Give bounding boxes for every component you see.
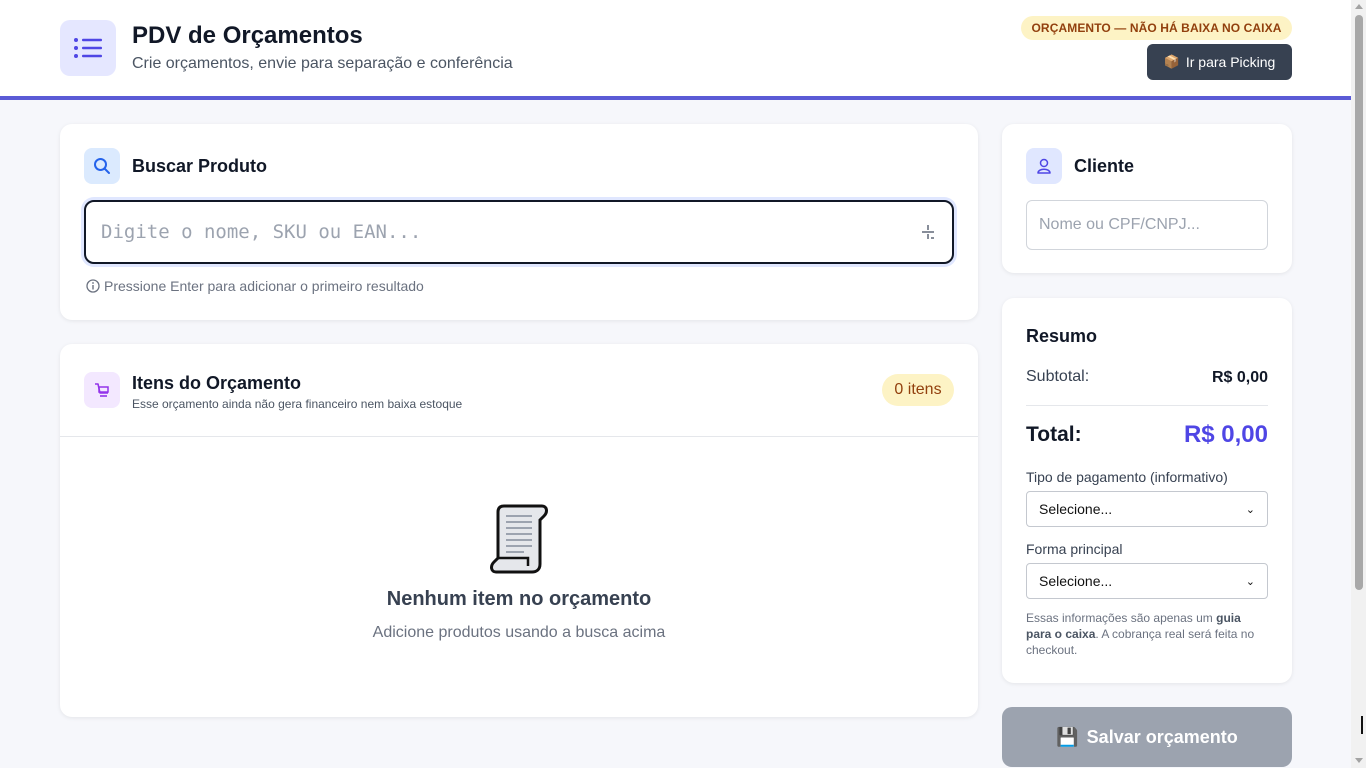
text-cursor-icon <box>1361 716 1363 734</box>
quote-items-card: Itens do Orçamento Esse orçamento ainda … <box>60 344 978 717</box>
quote-items-title: Itens do Orçamento <box>132 373 302 393</box>
scroll-down-arrow-icon[interactable] <box>1355 758 1363 763</box>
summary-title: Resumo <box>1026 326 1098 346</box>
search-hint: Pressione Enter para adicionar o primeir… <box>86 278 424 294</box>
quote-items-subtitle: Esse orçamento ainda não gera financeiro… <box>132 397 463 411</box>
floppy-disk-icon: 💾 <box>1056 726 1079 747</box>
items-count-badge: 0 itens <box>882 374 954 406</box>
total-value: R$ 0,00 <box>1183 421 1268 448</box>
product-search-input[interactable] <box>84 200 954 264</box>
save-quote-button[interactable]: 💾 Salvar orçamento <box>1002 707 1292 767</box>
subtotal-label: Subtotal: <box>1026 368 1090 385</box>
go-to-picking-label: Ir para Picking <box>1185 54 1276 70</box>
info-icon <box>86 279 100 293</box>
main-method-select[interactable]: Selecione... ⌄ <box>1026 563 1268 599</box>
app-header: PDV de Orçamentos Crie orçamentos, envie… <box>0 0 1351 100</box>
chevron-down-icon: ⌄ <box>1245 503 1255 516</box>
total-label: Total: <box>1026 423 1082 446</box>
cart-icon <box>84 372 120 408</box>
payment-type-label: Tipo de pagamento (informativo) <box>1026 469 1228 485</box>
go-to-picking-button[interactable]: 📦 Ir para Picking <box>1147 44 1292 80</box>
chevron-down-icon: ⌄ <box>1245 575 1255 588</box>
main-method-value: Selecione... <box>1039 573 1113 589</box>
empty-state-subtitle: Adicione produtos usando a busca acima <box>372 624 666 641</box>
status-badge: ORÇAMENTO — NÃO HÁ BAIXA NO CAIXA <box>1021 16 1292 40</box>
page-subtitle: Crie orçamentos, envie para separação e … <box>132 55 513 72</box>
divider <box>60 436 978 437</box>
page-scrollbar[interactable] <box>1351 0 1366 768</box>
search-hint-text: Pressione Enter para adicionar o primeir… <box>104 278 424 294</box>
save-quote-label: Salvar orçamento <box>1086 726 1238 747</box>
client-card-title: Cliente <box>1074 156 1135 176</box>
subtotal-value: R$ 0,00 <box>1211 369 1268 386</box>
payment-note: Essas informações são apenas um guia par… <box>1026 610 1268 658</box>
page-title: PDV de Orçamentos <box>132 22 363 49</box>
scroll-up-arrow-icon[interactable] <box>1355 4 1363 9</box>
divider <box>1026 405 1268 406</box>
scroll-document-icon <box>490 504 548 574</box>
summary-card: Resumo Subtotal: R$ 0,00 Total: R$ 0,00 … <box>1002 298 1292 683</box>
payment-note-text: Essas informações são apenas um <box>1026 611 1217 625</box>
search-card: Buscar Produto Pressione Enter para adic… <box>60 124 978 320</box>
main-method-label: Forma principal <box>1026 541 1123 557</box>
barcode-scan-icon[interactable] <box>918 222 938 242</box>
payment-type-select[interactable]: Selecione... ⌄ <box>1026 491 1268 527</box>
user-icon <box>1026 148 1062 184</box>
empty-state-title: Nenhum item no orçamento <box>386 588 652 610</box>
client-search-input[interactable] <box>1026 200 1268 250</box>
package-icon: 📦 <box>1163 54 1180 69</box>
client-card: Cliente <box>1002 124 1292 273</box>
payment-type-value: Selecione... <box>1039 501 1113 517</box>
search-card-title: Buscar Produto <box>132 156 268 176</box>
scrollbar-thumb[interactable] <box>1355 15 1363 590</box>
search-icon <box>84 148 120 184</box>
list-menu-icon[interactable] <box>60 20 116 76</box>
